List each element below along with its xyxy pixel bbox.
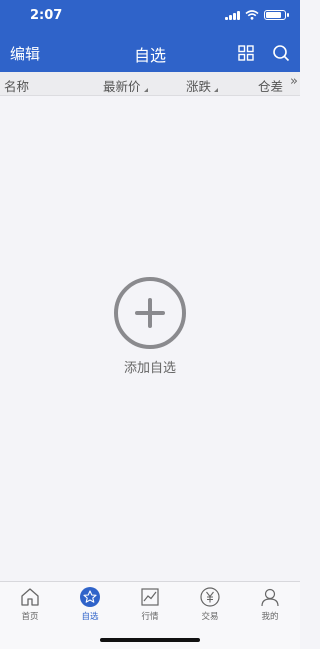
column-change[interactable]: 涨跌 [186, 76, 219, 95]
nav-bar: 编辑 自选 [0, 34, 300, 72]
column-latest-price-label: 最新价 [103, 79, 141, 94]
column-name[interactable]: 名称 [4, 76, 29, 95]
edit-button[interactable]: 编辑 [10, 43, 40, 64]
tab-profile[interactable]: 我的 [240, 586, 300, 622]
add-watchlist-label[interactable]: 添加自选 [0, 357, 300, 376]
column-open-interest[interactable]: 仓差 [258, 76, 283, 95]
column-name-label: 名称 [4, 79, 30, 94]
status-icons [225, 10, 289, 20]
tab-trade-label: 交易 [201, 612, 219, 622]
tab-watchlist-label: 自选 [81, 612, 99, 622]
tab-watchlist[interactable]: 自选 [60, 586, 120, 622]
more-columns-icon[interactable]: » [290, 74, 298, 89]
person-icon [261, 588, 279, 607]
tab-profile-label: 我的 [261, 612, 279, 622]
page-title: 自选 [133, 46, 166, 65]
tab-market[interactable]: 行情 [120, 586, 180, 622]
status-time: 2:07 [30, 8, 63, 23]
home-indicator [100, 638, 200, 642]
add-watchlist-button[interactable] [114, 277, 186, 349]
battery-icon [264, 10, 289, 20]
column-open-interest-label: 仓差 [258, 79, 284, 94]
sort-icon [143, 88, 148, 92]
tab-home[interactable]: 首页 [0, 586, 60, 622]
empty-state: 添加自选 [0, 277, 300, 376]
tab-trade[interactable]: 交易 [180, 586, 240, 622]
column-latest-price[interactable]: 最新价 [103, 76, 148, 95]
home-icon [21, 588, 39, 606]
tab-market-label: 行情 [141, 612, 159, 622]
wifi-icon [245, 10, 259, 20]
column-change-label: 涨跌 [186, 79, 212, 94]
signal-icon [225, 10, 240, 20]
tab-home-label: 首页 [21, 612, 39, 622]
status-bar: 2:07 [0, 0, 300, 34]
star-icon [80, 587, 100, 607]
sort-icon [214, 88, 219, 92]
grid-view-icon[interactable] [238, 45, 254, 61]
yen-icon [200, 587, 220, 607]
column-header: 名称 最新价 涨跌 仓差 » [0, 72, 300, 96]
chart-icon [141, 588, 159, 606]
search-icon[interactable] [272, 44, 290, 62]
